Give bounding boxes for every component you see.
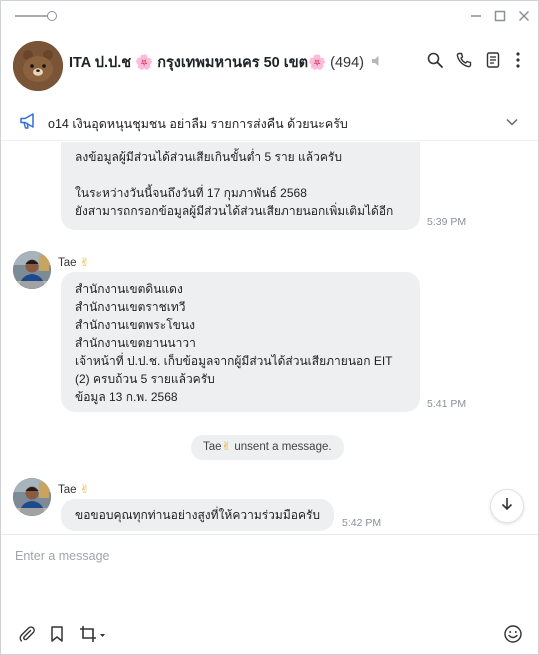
- crop-screenshot-icon[interactable]: [78, 624, 108, 644]
- message-text: สำนักงานเขตพระโขนง: [75, 318, 195, 332]
- message-text: ในระหว่างวันนี้จนถึงวันที่ 17 กุมภาพันธ์…: [75, 186, 307, 200]
- message-list[interactable]: ลงข้อมูลผู้มีส่วนได้ส่วนเสียเกินขั้นต่ำ …: [1, 142, 538, 534]
- message-text: เจ้าหน้าที่ ป.ป.ช. เก็บข้อมูลจากผู้มีส่ว…: [75, 354, 393, 368]
- message-text: ลงข้อมูลผู้มีส่วนได้ส่วนเสียเกินขั้นต่ำ …: [75, 150, 342, 164]
- message-text: สำนักงานเขตราชเทวี: [75, 300, 186, 314]
- message-input[interactable]: [15, 549, 495, 563]
- sender-name: Tae ✌: [58, 257, 90, 269]
- sender-name: Tae ✌: [58, 484, 90, 496]
- notes-icon[interactable]: [483, 50, 503, 70]
- message-bubble[interactable]: ขอขอบคุณทุกท่านอย่างสูงที่ให้ความร่วมมือ…: [61, 499, 335, 531]
- opacity-slider-handle[interactable]: [47, 11, 57, 21]
- muted-speaker-icon: [370, 54, 384, 72]
- message-bubble[interactable]: สำนักงานเขตดินแดง สำนักงานเขตราชเทวี สำน…: [61, 272, 420, 412]
- group-prefix: ITA ป.ป.ช: [69, 55, 136, 71]
- victory-hand-icon: ✌: [221, 441, 232, 453]
- message-text: สำนักงานเขตยานนาวา: [75, 336, 196, 350]
- message-text: (2) ครบถ้วน 5 รายแล้วครับ: [75, 372, 215, 386]
- announcement-text: o14 เงินอุดหนุนชุมชน อย่าลืม รายการส่งคื…: [48, 117, 348, 131]
- minimize-icon[interactable]: [467, 7, 485, 25]
- announcement-bar[interactable]: o14 เงินอุดหนุนชุมชน อย่าลืม รายการส่งคื…: [1, 101, 538, 141]
- message-text: สำนักงานเขตดินแดง: [75, 282, 183, 296]
- search-icon[interactable]: [425, 50, 445, 70]
- message-text: ยังสามารถกรอกข้อมูลผู้มีส่วนได้ส่วนเสียภ…: [75, 204, 394, 218]
- message-text: ข้อมูล 13 ก.พ. 2568: [75, 390, 178, 404]
- chevron-down-icon[interactable]: [505, 115, 519, 133]
- opacity-slider-track[interactable]: [15, 15, 51, 17]
- megaphone-icon: [19, 112, 39, 135]
- group-title[interactable]: ITA ป.ป.ช 🌸 กรุงเทพมหานคร 50 เขต🌸 (494): [69, 51, 384, 74]
- victory-hand-icon: ✌: [79, 484, 90, 496]
- blossom-icon: 🌸: [308, 55, 327, 71]
- emoji-icon[interactable]: [503, 624, 523, 644]
- blossom-icon: 🌸: [135, 55, 154, 71]
- scroll-to-bottom-button[interactable]: [490, 489, 524, 523]
- chat-header: ITA ป.ป.ช 🌸 กรุงเทพมหานคร 50 เขต🌸 (494): [1, 33, 538, 93]
- group-name: กรุงเทพมหานคร 50 เขต: [153, 55, 309, 71]
- sender-avatar[interactable]: [13, 251, 51, 289]
- system-message: Tae✌ unsent a message.: [191, 435, 344, 460]
- message-composer: [1, 534, 538, 654]
- bookmark-icon[interactable]: [47, 624, 67, 644]
- paperclip-icon[interactable]: [17, 624, 37, 644]
- message-time: 5:41 PM: [427, 398, 467, 410]
- more-options-icon[interactable]: [508, 50, 528, 70]
- member-count[interactable]: (494): [330, 55, 364, 71]
- message-text: ขอขอบคุณทุกท่านอย่างสูงที่ให้ความร่วมมือ…: [75, 508, 321, 522]
- close-icon[interactable]: [515, 7, 533, 25]
- maximize-icon[interactable]: [491, 7, 509, 25]
- title-bar: [1, 1, 538, 31]
- group-avatar[interactable]: [13, 41, 63, 91]
- sender-avatar[interactable]: [13, 478, 51, 516]
- arrow-down-icon: [500, 496, 514, 517]
- message-time: 5:42 PM: [342, 517, 382, 529]
- message-bubble[interactable]: ลงข้อมูลผู้มีส่วนได้ส่วนเสียเกินขั้นต่ำ …: [61, 142, 420, 230]
- message-time: 5:39 PM: [427, 216, 467, 228]
- phone-icon[interactable]: [454, 50, 474, 70]
- chat-window: ITA ป.ป.ช 🌸 กรุงเทพมหานคร 50 เขต🌸 (494) o…: [0, 0, 539, 655]
- victory-hand-icon: ✌: [79, 257, 90, 269]
